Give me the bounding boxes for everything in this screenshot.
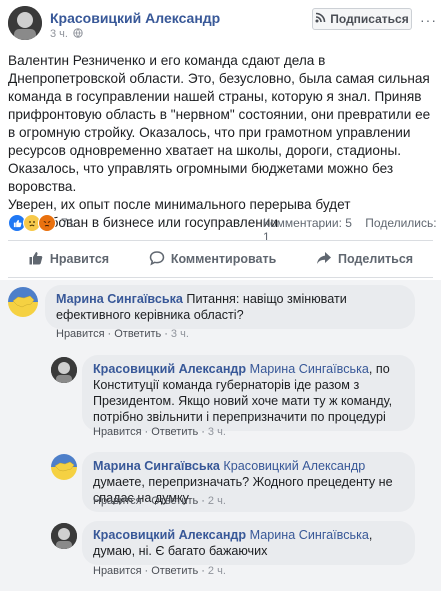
comment-button[interactable]: Комментировать bbox=[149, 250, 276, 269]
author-photo-icon bbox=[8, 6, 42, 40]
share-arrow-icon bbox=[316, 250, 332, 269]
author-avatar[interactable] bbox=[8, 6, 42, 40]
reply-time[interactable]: 2 ч. bbox=[208, 495, 226, 507]
reactions-summary[interactable]: 71 bbox=[8, 214, 74, 232]
reply-mention[interactable]: Красовицкий Александр bbox=[223, 459, 365, 473]
reply-mention[interactable]: Марина Сингаївська bbox=[250, 528, 369, 542]
ukraine-map-avatar-icon bbox=[12, 295, 35, 308]
post-author-name[interactable]: Красовицкий Александр bbox=[50, 10, 220, 26]
like-label: Нравится bbox=[49, 252, 110, 266]
reply-time[interactable]: 3 ч. bbox=[208, 426, 226, 438]
reply-like-link[interactable]: Нравится bbox=[93, 495, 142, 507]
comment-meta: Нравится · Ответить · 3 ч. bbox=[56, 328, 189, 340]
post-action-bar: Нравится Комментировать Поделиться bbox=[8, 240, 433, 278]
reply-bubble: Красовицкий Александр Марина Сингаївська… bbox=[82, 355, 415, 431]
share-label: Поделиться bbox=[338, 252, 414, 266]
post-body: Валентин Резниченко и его команда сдают … bbox=[8, 52, 433, 232]
reply-avatar[interactable] bbox=[51, 357, 77, 383]
reply-author[interactable]: Марина Сингаївська bbox=[93, 459, 220, 473]
reply-reply-link[interactable]: Ответить bbox=[151, 565, 198, 577]
comment-like-link[interactable]: Нравится bbox=[56, 328, 105, 340]
comments-count[interactable]: Комментарии: 5 bbox=[263, 216, 352, 230]
reply-time[interactable]: 2 ч. bbox=[208, 565, 226, 577]
post-timestamp[interactable]: 3 ч. bbox=[50, 28, 83, 40]
post-time[interactable]: 3 ч. bbox=[50, 28, 68, 40]
post-header: Красовицкий Александр 3 ч. Подписаться ·… bbox=[0, 0, 441, 48]
comment-time[interactable]: 3 ч. bbox=[171, 328, 189, 340]
rss-icon bbox=[315, 12, 326, 26]
reaction-count: 71 bbox=[61, 216, 75, 230]
comments-section: Марина Сингаївська Питання: навіщо зміню… bbox=[0, 280, 441, 591]
comment-bubble-icon bbox=[149, 250, 165, 269]
angry-reaction-icon bbox=[38, 214, 56, 232]
globe-icon bbox=[71, 28, 83, 40]
comment-reply-link[interactable]: Ответить bbox=[114, 328, 161, 340]
comment-label: Комментировать bbox=[170, 252, 277, 266]
author-photo-icon bbox=[51, 523, 77, 549]
reply-avatar[interactable] bbox=[51, 523, 77, 549]
reply-meta: Нравится · Ответить · 2 ч. bbox=[93, 565, 226, 577]
post-paragraph: Валентин Резниченко и его команда сдают … bbox=[8, 53, 431, 194]
reply-bubble: Красовицкий Александр Марина Сингаївська… bbox=[82, 521, 415, 565]
reply-mention[interactable]: Марина Сингаївська bbox=[250, 362, 369, 376]
author-photo-icon bbox=[51, 357, 77, 383]
reply-meta: Нравится · Ответить · 2 ч. bbox=[93, 495, 226, 507]
reply-reply-link[interactable]: Ответить bbox=[151, 495, 198, 507]
follow-button[interactable]: Подписаться bbox=[312, 8, 412, 30]
reply-author[interactable]: Красовицкий Александр bbox=[93, 528, 246, 542]
reply-reply-link[interactable]: Ответить bbox=[151, 426, 198, 438]
reply-like-link[interactable]: Нравится bbox=[93, 426, 142, 438]
like-button[interactable]: Нравится bbox=[28, 250, 109, 269]
thumbs-up-icon bbox=[28, 250, 44, 269]
reply-avatar[interactable] bbox=[51, 454, 77, 480]
share-button[interactable]: Поделиться bbox=[316, 250, 413, 269]
reply-author[interactable]: Красовицкий Александр bbox=[93, 362, 246, 376]
more-options-icon[interactable]: ··· bbox=[420, 12, 437, 28]
reply-meta: Нравится · Ответить · 3 ч. bbox=[93, 426, 226, 438]
comment-bubble: Марина Сингаївська Питання: навіщо зміню… bbox=[45, 285, 415, 329]
comment-author[interactable]: Марина Сингаївська bbox=[56, 292, 183, 306]
ukraine-map-avatar-icon bbox=[54, 461, 75, 472]
reply-like-link[interactable]: Нравится bbox=[93, 565, 142, 577]
follow-label: Подписаться bbox=[330, 12, 409, 26]
commenter-avatar[interactable] bbox=[8, 287, 38, 317]
